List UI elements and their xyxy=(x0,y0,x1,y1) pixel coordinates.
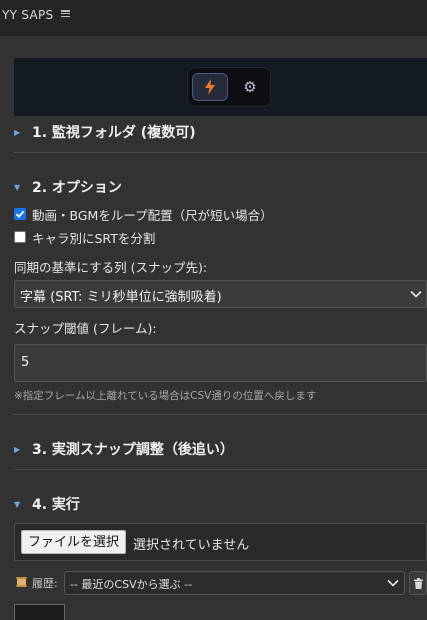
mode-switch: ⚙ xyxy=(187,67,271,107)
lightning-icon xyxy=(205,79,215,95)
loop-checkbox-row[interactable]: 動画・BGMをループ配置（尺が短い場合） xyxy=(14,205,273,223)
snap-threshold-value: 5 xyxy=(21,355,30,370)
snap-hint-text: ※指定フレーム以上離れている場合はCSV通りの位置へ戻します xyxy=(14,390,317,402)
history-row: 履歴: -- 最近のCSVから選ぶ -- xyxy=(14,571,427,595)
history-select[interactable]: -- 最近のCSVから選ぶ -- xyxy=(64,571,405,595)
preview-box xyxy=(14,604,65,620)
split-checkbox[interactable] xyxy=(14,231,26,243)
history-select-value: -- 最近のCSVから選ぶ -- xyxy=(70,578,193,591)
split-checkbox-label: キャラ別にSRTを分割 xyxy=(32,230,156,246)
app-title: YY SAPS xyxy=(2,8,54,22)
section-title: 1. 監視フォルダ (複数可) xyxy=(32,125,196,141)
menu-icon[interactable] xyxy=(61,8,70,17)
gear-icon: ⚙ xyxy=(243,78,257,96)
checkmark-icon xyxy=(15,210,25,218)
snap-threshold-input[interactable]: 5 xyxy=(14,344,427,382)
section-title: 4. 実行 xyxy=(32,497,80,513)
section-header-watch-folder[interactable]: ▶ 1. 監視フォルダ (複数可) xyxy=(14,121,427,143)
choose-file-button[interactable]: ファイルを選択 xyxy=(21,530,127,554)
section-header-execute[interactable]: ▼ 4. 実行 xyxy=(14,493,427,515)
delete-history-button[interactable] xyxy=(409,571,427,595)
snap-threshold-label: スナップ閾値 (フレーム): xyxy=(14,321,157,336)
sync-column-select[interactable]: 字幕 (SRT: ミリ秒単位に強制吸着) xyxy=(14,280,427,308)
top-bar: YY SAPS xyxy=(0,0,427,36)
divider xyxy=(14,414,427,415)
scroll-icon xyxy=(16,577,27,587)
section-title: 3. 実測スナップ調整（後追い） xyxy=(32,442,234,458)
file-input[interactable]: ファイルを選択 選択されていません xyxy=(14,523,427,561)
sync-column-label: 同期の基準にする列 (スナップ先): xyxy=(14,260,208,275)
chevron-down-icon xyxy=(410,290,422,298)
expanded-triangle-icon: ▼ xyxy=(14,499,21,509)
lightning-mode-button[interactable] xyxy=(192,73,228,101)
collapsed-triangle-icon: ▶ xyxy=(14,127,21,137)
file-status: 選択されていません xyxy=(133,538,250,553)
divider xyxy=(14,469,427,470)
section-title: 2. オプション xyxy=(32,180,122,196)
sync-column-value: 字幕 (SRT: ミリ秒単位に強制吸着) xyxy=(20,290,222,305)
loop-checkbox[interactable] xyxy=(14,208,26,220)
collapsed-triangle-icon: ▶ xyxy=(14,444,21,454)
section-header-options[interactable]: ▼ 2. オプション xyxy=(14,176,427,198)
chevron-down-icon xyxy=(387,579,399,587)
trash-icon xyxy=(413,577,423,589)
expanded-triangle-icon: ▼ xyxy=(14,182,21,192)
loop-checkbox-label: 動画・BGMをループ配置（尺が短い場合） xyxy=(32,207,273,223)
divider xyxy=(14,152,427,153)
section-header-snap-adjust[interactable]: ▶ 3. 実測スナップ調整（後追い） xyxy=(14,438,427,460)
settings-mode-button[interactable]: ⚙ xyxy=(232,73,268,101)
split-checkbox-row[interactable]: キャラ別にSRTを分割 xyxy=(14,228,155,246)
history-label: 履歴: xyxy=(32,577,58,590)
